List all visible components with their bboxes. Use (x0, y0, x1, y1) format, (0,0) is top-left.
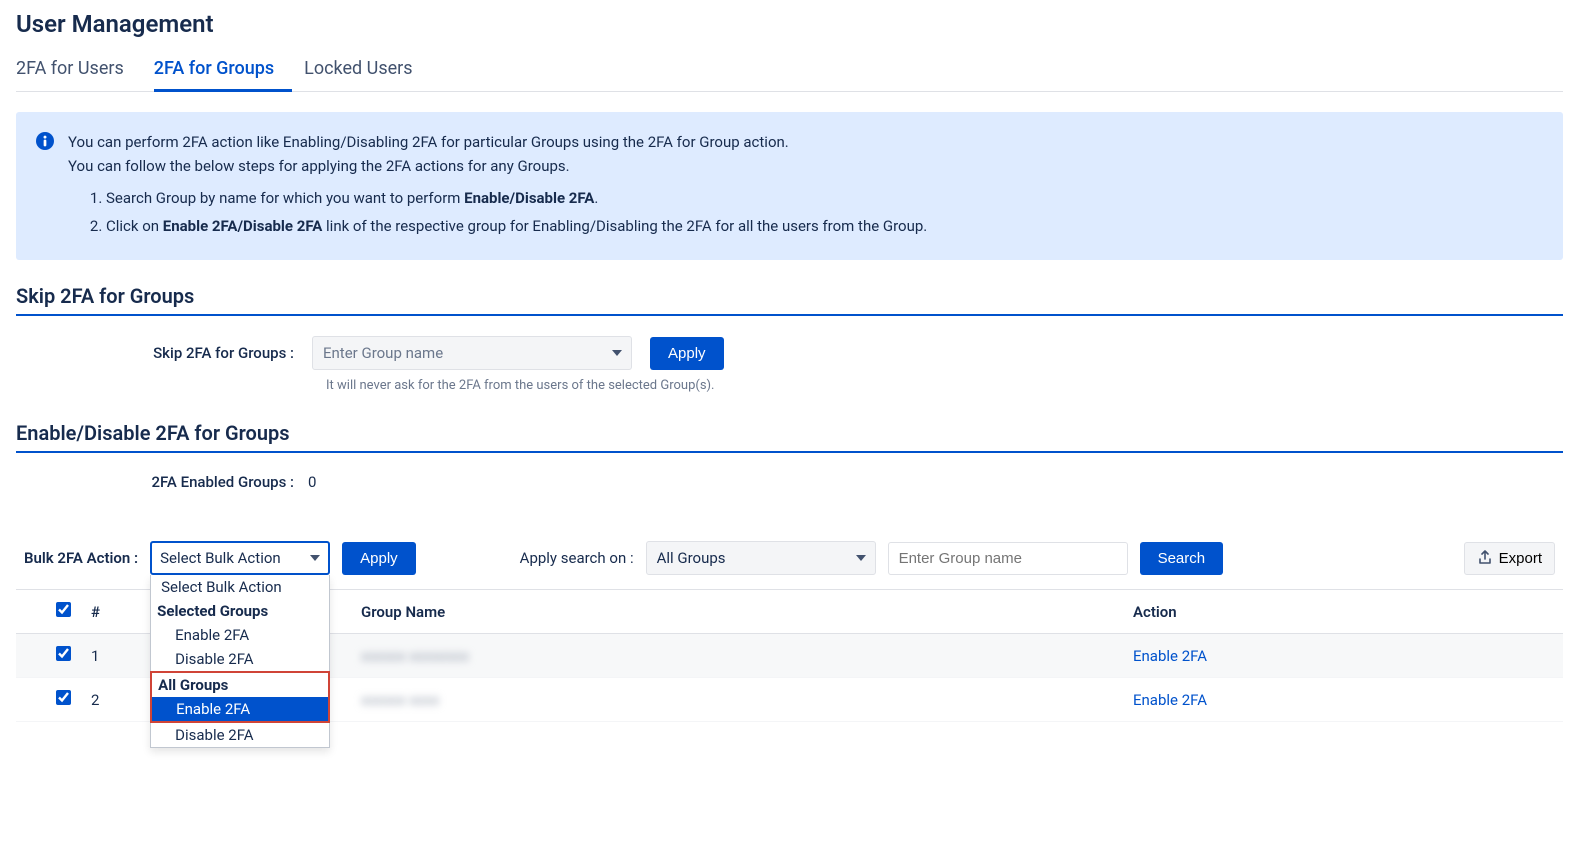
select-all-checkbox[interactable] (56, 602, 71, 617)
bulk-optgroup-selected: Selected Groups (151, 599, 329, 623)
enable-heading: Enable/Disable 2FA for Groups (16, 421, 1563, 445)
tab-2fa-groups[interactable]: 2FA for Groups (154, 52, 292, 92)
bulk-opt-placeholder[interactable]: Select Bulk Action (151, 575, 329, 599)
bulk-opt-all-disable[interactable]: Disable 2FA (151, 723, 329, 747)
info-step-2: Click on Enable 2FA/Disable 2FA link of … (106, 214, 927, 238)
info-panel: You can perform 2FA action like Enabling… (16, 112, 1563, 260)
tab-locked-users[interactable]: Locked Users (304, 52, 430, 91)
bulk-opt-selected-disable[interactable]: Disable 2FA (151, 647, 329, 671)
bulk-opt-selected-enable[interactable]: Enable 2FA (151, 623, 329, 647)
bulk-action-dropdown: Select Bulk Action Selected Groups Enabl… (150, 575, 330, 748)
info-line-1: You can perform 2FA action like Enabling… (68, 130, 927, 154)
bulk-optgroup-all: All Groups (152, 673, 328, 697)
bulk-apply-button[interactable]: Apply (342, 542, 416, 575)
skip-apply-button[interactable]: Apply (650, 337, 724, 370)
tab-2fa-users[interactable]: 2FA for Users (16, 52, 142, 91)
export-button[interactable]: Export (1464, 542, 1555, 575)
filter-label: Apply search on : (520, 549, 634, 567)
bulk-action-select[interactable]: Select Bulk Action (150, 541, 330, 575)
search-button[interactable]: Search (1140, 542, 1224, 575)
skip-heading: Skip 2FA for Groups (16, 284, 1563, 308)
row-checkbox[interactable] (56, 646, 71, 661)
info-step-1: Search Group by name for which you want … (106, 186, 927, 210)
page-title: User Management (16, 10, 1563, 38)
bulk-action-label: Bulk 2FA Action : (24, 549, 138, 567)
row-checkbox[interactable] (56, 690, 71, 705)
col-group-name: Group Name (351, 590, 1123, 634)
row-action-link[interactable]: Enable 2FA (1123, 634, 1563, 678)
enabled-count-label: 2FA Enabled Groups : (134, 473, 294, 491)
skip-hint: It will never ask for the 2FA from the u… (16, 378, 1563, 393)
skip-group-select[interactable]: Enter Group name (312, 336, 632, 370)
info-line-2: You can follow the below steps for apply… (68, 154, 927, 178)
bulk-opt-all-enable[interactable]: Enable 2FA (152, 697, 328, 721)
row-group-name: xxxxxx xxxxxxxx (361, 647, 469, 665)
tabs: 2FA for Users 2FA for Groups Locked User… (16, 52, 1563, 92)
col-action: Action (1123, 590, 1563, 634)
filter-select[interactable]: All Groups (646, 541, 876, 575)
info-icon (36, 132, 54, 150)
row-action-link[interactable]: Enable 2FA (1123, 678, 1563, 722)
search-input[interactable] (888, 542, 1128, 575)
export-icon (1477, 550, 1493, 566)
skip-label: Skip 2FA for Groups : (134, 344, 294, 362)
row-group-name: xxxxxx xxxx (361, 691, 439, 709)
enabled-count-value: 0 (308, 473, 316, 491)
